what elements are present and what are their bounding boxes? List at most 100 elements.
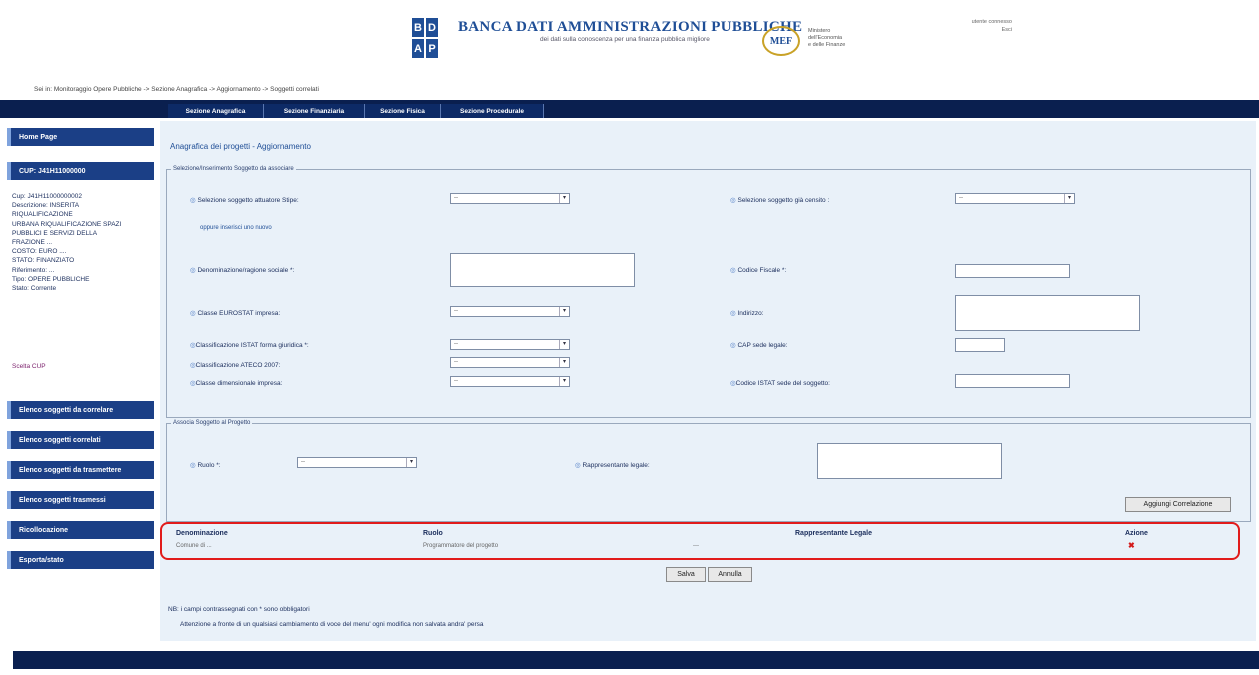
- cup-info-panel: Cup: J41H11000000002 Descrizione: INSERI…: [12, 192, 156, 293]
- chevron-down-icon: ▾: [559, 307, 569, 316]
- classe-eurostat-select[interactable]: -- ▾: [450, 306, 570, 317]
- table-header-ruolo: Ruolo: [423, 530, 443, 537]
- insert-new-link[interactable]: oppure inserisci uno nuovo: [200, 225, 272, 231]
- dimensione-select[interactable]: -- ▾: [450, 376, 570, 387]
- breadcrumb: Sei in: Monitoraggio Opere Pubbliche -> …: [34, 86, 319, 93]
- logout-link[interactable]: Esci: [902, 26, 1012, 34]
- rappresentante-label-text: Rappresentante legale:: [582, 462, 650, 469]
- sidebar-soggetti-trasmessi[interactable]: Elenco soggetti trasmessi: [7, 491, 154, 509]
- mef-logo: MEF: [762, 26, 800, 56]
- gia-censito-label-text: Selezione soggetto già censito :: [737, 197, 830, 204]
- sidebar-cup-button[interactable]: CUP: J41H11000000: [7, 162, 154, 180]
- cap-label: ◎ CAP sede legale:: [730, 341, 788, 349]
- rappresentante-label: ◎ Rappresentante legale:: [575, 461, 650, 469]
- cup-info-line: Tipo: OPERE PUBBLICHE: [12, 275, 90, 283]
- ruolo-select[interactable]: -- ▾: [297, 457, 417, 468]
- table-cell-rappresentante: ---: [693, 543, 699, 549]
- ateco-label: ◎Classificazione ATECO 2007:: [190, 361, 280, 369]
- bdap-logo: B D A P: [412, 18, 438, 58]
- sidebar-esporta[interactable]: Esporta/stato: [7, 551, 154, 569]
- attuatore-label: ◎ Selezione soggetto attuatore Stipe:: [190, 196, 299, 204]
- chevron-down-icon: ▾: [559, 377, 569, 386]
- chevron-down-icon: ▾: [559, 358, 569, 367]
- chevron-down-icon: ▾: [559, 340, 569, 349]
- rappresentante-textarea[interactable]: [817, 443, 1002, 479]
- add-correlation-button[interactable]: Aggiungi Correlazione: [1125, 497, 1231, 512]
- cap-label-text: CAP sede legale:: [737, 342, 788, 349]
- cup-info-line: Descrizione: INSERITA: [12, 202, 80, 210]
- sidebar-ricollocazione[interactable]: Ricollocazione: [7, 521, 154, 539]
- logo-letter: A: [412, 39, 424, 58]
- user-name: utente connesso: [971, 19, 1012, 25]
- footer-bar: [13, 651, 1259, 669]
- warning-note: Attenzione a fronte di un qualsiasi camb…: [180, 621, 484, 628]
- classe-eurostat-label: ◎ Classe EUROSTAT impresa:: [190, 309, 280, 317]
- istat-giuridica-select[interactable]: -- ▾: [450, 339, 570, 350]
- sidebar-soggetti-da-correlare[interactable]: Elenco soggetti da correlare: [7, 401, 154, 419]
- tab-sezione-procedurale[interactable]: Sezione Procedurale: [441, 104, 544, 118]
- save-button[interactable]: Salva: [666, 567, 706, 582]
- section-selezione-soggetto: Selezione/Inserimento Soggetto da associ…: [166, 166, 1251, 418]
- codice-istat-label-text: Codice ISTAT sede del soggetto:: [735, 380, 830, 387]
- gia-censito-label: ◎ Selezione soggetto già censito :: [730, 196, 829, 204]
- classe-eurostat-select-value: --: [454, 308, 458, 314]
- logo-letter: P: [426, 39, 438, 58]
- table-header-azione: Azione: [1125, 530, 1148, 537]
- ateco-label-text: Classificazione ATECO 2007:: [195, 362, 281, 369]
- indirizzo-label-text: Indirizzo:: [737, 310, 764, 317]
- istat-giuridica-label-text: Classificazione ISTAT forma giuridica *:: [195, 342, 309, 349]
- denominazione-label-text: Denominazione/ragione sociale *:: [197, 267, 295, 274]
- cup-info-line: STATO: FINANZIATO: [12, 257, 75, 265]
- cup-info-line: URBANA RIQUALIFICAZIONE SPAZI: [12, 220, 122, 228]
- page-title: Anagrafica dei progetti - Aggiornamento: [170, 142, 311, 151]
- table-cell-ruolo: Programmatore del progetto: [423, 543, 499, 549]
- sidebar-soggetti-correlati[interactable]: Elenco soggetti correlati: [7, 431, 154, 449]
- cap-input[interactable]: [955, 338, 1005, 352]
- tab-sezione-fisica[interactable]: Sezione Fisica: [365, 104, 441, 118]
- header-title: BANCA DATI AMMINISTRAZIONI PUBBLICHE: [458, 19, 803, 35]
- tab-sezione-anagrafica[interactable]: Sezione Anagrafica: [168, 104, 264, 118]
- codice-fiscale-input[interactable]: [955, 264, 1070, 278]
- indirizzo-textarea[interactable]: [955, 295, 1140, 331]
- section-legend: Associa Soggetto al Progetto: [173, 420, 251, 426]
- cup-info-line: FRAZIONE ...: [12, 239, 53, 247]
- codice-fiscale-label-text: Codice Fiscale *:: [737, 267, 787, 274]
- gia-censito-select[interactable]: -- ▾: [955, 193, 1075, 204]
- cup-info-line: PUBBLICI E SERVIZI DELLA: [12, 229, 98, 237]
- ruolo-label: ◎ Ruolo *:: [190, 461, 221, 469]
- dimensione-label-text: Classe dimensionale impresa:: [195, 380, 283, 387]
- table-cell-denominazione: Comune di ...: [176, 543, 212, 549]
- dimensione-label: ◎Classe dimensionale impresa:: [190, 379, 282, 387]
- cup-info-line: Cup: J41H11000000002: [12, 193, 82, 200]
- sidebar-home-button[interactable]: Home Page: [7, 128, 154, 146]
- ruolo-select-value: --: [301, 459, 305, 465]
- user-info: utente connesso Esci: [902, 18, 1012, 34]
- denominazione-label: ◎ Denominazione/ragione sociale *:: [190, 266, 294, 274]
- table-header-denominazione: Denominazione: [176, 530, 228, 537]
- codice-istat-input[interactable]: [955, 374, 1070, 388]
- cancel-button[interactable]: Annulla: [708, 567, 752, 582]
- codice-istat-label: ◎Codice ISTAT sede del soggetto:: [730, 379, 830, 387]
- ateco-select-value: --: [454, 359, 458, 365]
- section-associa-soggetto: Associa Soggetto al Progetto: [166, 420, 1251, 522]
- cup-info-line: Stato: Corrente: [12, 285, 57, 293]
- gia-censito-select-value: --: [959, 195, 963, 201]
- sidebar-soggetti-da-trasmettere[interactable]: Elenco soggetti da trasmettere: [7, 461, 154, 479]
- codice-fiscale-label: ◎ Codice Fiscale *:: [730, 266, 786, 274]
- chevron-down-icon: ▾: [406, 458, 416, 467]
- classe-eurostat-label-text: Classe EUROSTAT impresa:: [197, 310, 281, 317]
- ateco-select[interactable]: -- ▾: [450, 357, 570, 368]
- table-header-rappresentante: Rappresentante Legale: [795, 530, 873, 537]
- denominazione-textarea[interactable]: [450, 253, 635, 287]
- dimensione-select-value: --: [454, 378, 458, 384]
- cup-info-line: Riferimento: ...: [12, 266, 55, 274]
- ruolo-label-text: Ruolo *:: [197, 462, 221, 469]
- delete-icon[interactable]: ✖: [1128, 541, 1135, 550]
- istat-giuridica-select-value: --: [454, 341, 458, 347]
- section-legend: Selezione/Inserimento Soggetto da associ…: [173, 166, 294, 172]
- correlations-table: [160, 522, 1240, 560]
- logo-letter: B: [412, 18, 424, 37]
- tab-sezione-finanziaria[interactable]: Sezione Finanziaria: [264, 104, 365, 118]
- scelta-cup-link[interactable]: Scelta CUP: [12, 363, 46, 370]
- attuatore-select[interactable]: -- ▾: [450, 193, 570, 204]
